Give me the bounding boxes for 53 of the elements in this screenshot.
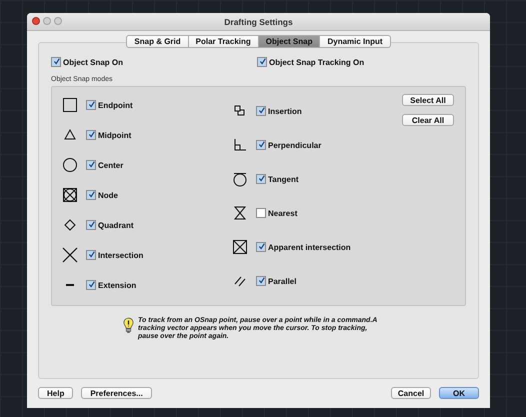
diamond-snap-icon — [62, 217, 78, 233]
perpendicular-snap-icon — [232, 137, 248, 153]
checkbox-label: Center — [98, 160, 124, 170]
checkbox-label: Intersection — [98, 250, 144, 260]
checkbox[interactable] — [86, 250, 96, 260]
hourglass-snap-icon — [232, 205, 248, 221]
cross-snap-icon — [62, 247, 78, 263]
dash-snap-icon — [66, 284, 74, 286]
checkbox[interactable] — [86, 130, 96, 140]
checkbox[interactable] — [86, 160, 96, 170]
checkbox-label: Perpendicular — [268, 140, 322, 150]
checkbox-label: Extension — [98, 280, 136, 290]
lightbulb-icon — [123, 317, 134, 334]
square-snap-icon — [62, 97, 78, 113]
push-button[interactable]: Cancel — [391, 387, 431, 399]
checkbox-label: Quadrant — [98, 220, 134, 230]
checkbox-label: Endpoint — [98, 100, 133, 110]
checkbox[interactable] — [257, 57, 267, 67]
tab[interactable]: Polar Tracking — [188, 35, 259, 48]
boxcross-snap-icon — [232, 239, 248, 255]
checkbox-label: Parallel — [268, 276, 296, 286]
tab[interactable]: Object Snap — [258, 35, 320, 48]
checkbox[interactable] — [86, 280, 96, 290]
tab[interactable]: Snap & Grid — [126, 35, 189, 48]
checkbox[interactable] — [256, 174, 266, 184]
checkbox[interactable] — [256, 242, 266, 252]
circle-snap-icon — [62, 157, 78, 173]
checkbox-label: Insertion — [268, 106, 302, 116]
checkbox[interactable] — [256, 208, 266, 218]
checkbox[interactable] — [256, 106, 266, 116]
checkbox-label: Nearest — [268, 208, 298, 218]
checkbox-label: Apparent intersection — [268, 242, 351, 252]
checkbox-label: Object Snap On — [63, 58, 124, 66]
push-button[interactable]: Clear All — [402, 114, 454, 126]
checkbox[interactable] — [256, 276, 266, 286]
checkbox[interactable] — [51, 57, 61, 67]
checkbox-label: Midpoint — [98, 130, 132, 140]
tab[interactable]: Dynamic Input — [320, 35, 391, 48]
checkbox[interactable] — [86, 190, 96, 200]
node-snap-icon — [62, 187, 78, 203]
checkbox-label: Object Snap Tracking On — [269, 58, 364, 66]
tangent-snap-icon — [232, 171, 248, 187]
push-button[interactable]: Help — [38, 387, 74, 399]
close-button[interactable] — [32, 17, 40, 25]
checkbox[interactable] — [256, 140, 266, 150]
push-button[interactable]: Select All — [402, 94, 454, 106]
checkbox-label: Node — [98, 190, 118, 200]
push-button[interactable]: OK — [439, 387, 479, 399]
window-title: Drafting Settings — [224, 16, 293, 26]
checkbox[interactable] — [86, 220, 96, 230]
push-button[interactable]: Preferences... — [81, 387, 152, 399]
checkbox-label: Tangent — [268, 174, 299, 184]
checkbox[interactable] — [86, 100, 96, 110]
